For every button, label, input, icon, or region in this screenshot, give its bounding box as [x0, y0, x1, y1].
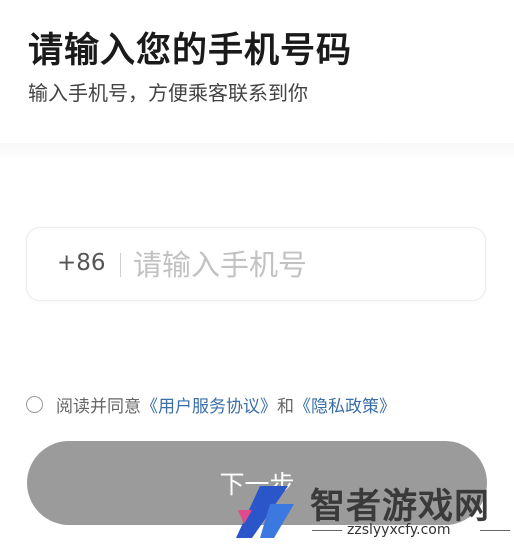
watermark-logo-icon: [236, 486, 294, 538]
agreement-conjunction: 和: [277, 396, 294, 417]
country-code[interactable]: +86: [57, 250, 106, 276]
phone-input-container[interactable]: +86: [26, 227, 486, 301]
watermark-line-left: [312, 530, 342, 531]
watermark-line-right: [480, 530, 510, 531]
terms-link[interactable]: 《用户服务协议》: [141, 392, 277, 417]
watermark-url: zzslyyxcfy.com: [347, 522, 451, 538]
agreement-row: 阅读并同意 《用户服务协议》 和 《隐私政策》: [26, 392, 396, 417]
country-code-divider: [120, 253, 121, 277]
agreement-prefix: 阅读并同意: [56, 396, 141, 417]
page-title: 请输入您的手机号码: [28, 31, 353, 71]
section-divider: [0, 143, 514, 161]
page-subtitle: 输入手机号，方便乘客联系到你: [28, 81, 308, 105]
agreement-checkbox[interactable]: [26, 395, 43, 413]
phone-input[interactable]: [131, 238, 465, 292]
watermark: 智者游戏网 zzslyyxcfy.com: [230, 478, 514, 545]
privacy-link[interactable]: 《隐私政策》: [294, 392, 396, 417]
